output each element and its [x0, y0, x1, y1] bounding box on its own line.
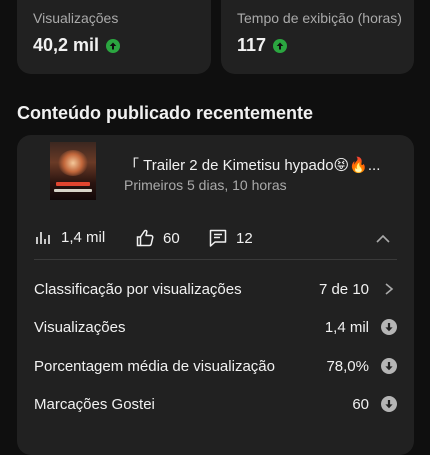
down-circle-icon — [381, 319, 397, 335]
watch-time-stat-label: Tempo de exibição (horas) — [237, 10, 402, 26]
watch-time-stat-value: 117 — [237, 35, 267, 55]
comments-metric: 12 — [208, 228, 253, 248]
trend-up-icon — [273, 38, 288, 53]
views-metric-value: 1,4 mil — [61, 228, 106, 246]
views-metric: 1,4 mil — [35, 228, 105, 246]
section-title: Conteúdo publicado recentemente — [17, 103, 314, 123]
ranking-row-value: 7 de 10 — [318, 280, 369, 298]
ranking-row-label: Classificação por visualizações — [34, 280, 242, 298]
thumbnail-art — [54, 189, 92, 192]
thumbnail-art — [58, 150, 88, 176]
trend-up-icon — [106, 38, 121, 53]
down-circle-icon — [381, 396, 397, 412]
views-stat-value-row: 40,2 mil — [33, 35, 121, 56]
divider — [34, 259, 397, 260]
likes-row-label: Marcações Gostei — [34, 395, 155, 413]
likes-metric: 60 — [135, 228, 180, 248]
views-stat-card[interactable]: Visualizações 40,2 mil — [17, 0, 211, 74]
comments-metric-value: 12 — [236, 229, 253, 247]
down-circle-icon — [381, 358, 397, 374]
bar-chart-icon — [36, 232, 50, 244]
views-row[interactable]: Visualizações 1,4 mil — [34, 315, 397, 339]
watch-time-stat-card[interactable]: Tempo de exibição (horas) 117 — [221, 0, 414, 74]
views-stat-value: 40,2 mil — [33, 35, 100, 55]
chevron-up-icon[interactable] — [375, 231, 391, 247]
likes-row[interactable]: Marcações Gostei 60 — [34, 392, 397, 416]
avg-percentage-row-label: Porcentagem média de visualização — [34, 357, 275, 375]
views-row-label: Visualizações — [34, 318, 126, 336]
video-subtitle: Primeiros 5 dias, 10 horas — [124, 177, 287, 193]
video-thumbnail[interactable] — [50, 142, 96, 200]
chevron-right-icon — [381, 281, 397, 297]
watch-time-stat-value-row: 117 — [237, 35, 288, 56]
views-stat-label: Visualizações — [33, 10, 119, 26]
ranking-row[interactable]: Classificação por visualizações 7 de 10 — [34, 277, 397, 301]
avg-percentage-row-value: 78,0% — [326, 357, 369, 375]
comment-icon — [209, 229, 227, 247]
recent-content-card: 「 Trailer 2 de Kimetisu hypado😝🔥... Prim… — [17, 135, 414, 455]
thumbnail-art — [56, 182, 90, 186]
likes-metric-value: 60 — [163, 229, 180, 247]
avg-percentage-row[interactable]: Porcentagem média de visualização 78,0% — [34, 354, 397, 378]
thumbs-up-icon — [136, 229, 154, 247]
likes-row-value: 60 — [352, 395, 369, 413]
views-row-value: 1,4 mil — [324, 318, 369, 336]
video-title[interactable]: 「 Trailer 2 de Kimetisu hypado😝🔥... — [124, 154, 404, 175]
